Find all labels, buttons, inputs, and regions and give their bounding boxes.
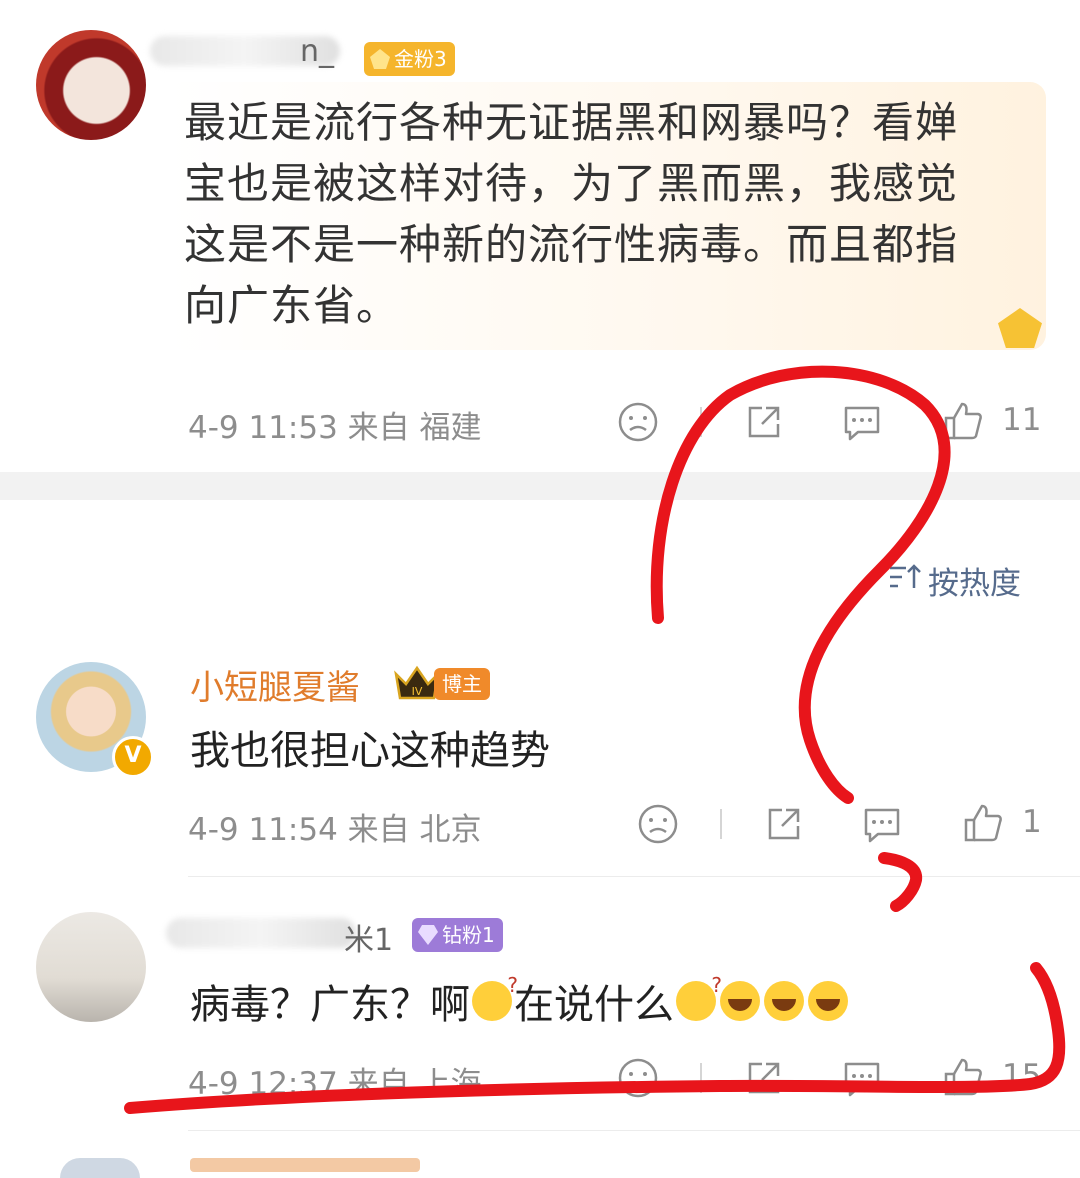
comment-text-part: 病毒？广东？啊 [190, 982, 470, 1028]
comment-meta: 4-9 11:54 来自 北京 [188, 812, 482, 848]
divider [700, 1063, 702, 1093]
reply-icon[interactable] [840, 1056, 884, 1100]
share-icon[interactable] [742, 1056, 786, 1100]
sort-by-hot-button[interactable]: 按热度 [888, 558, 1021, 603]
comment-meta: 4-9 12:37 来自 上海 [188, 1066, 482, 1102]
share-icon[interactable] [742, 400, 786, 444]
svg-text:IV: IV [412, 685, 423, 698]
question-mark-dot [878, 852, 923, 912]
fan-level-label: 金粉3 [394, 47, 447, 71]
comment-text: 最近是流行各种无证据黑和网暴吗？看婵宝也是被这样对待，为了黑而黑，我感觉这是不是… [184, 98, 959, 330]
divider [720, 809, 722, 839]
thinking-emoji-icon [472, 973, 518, 1021]
like-icon[interactable] [940, 1054, 986, 1100]
thinking-emoji-icon [676, 973, 722, 1021]
next-username-peek [190, 1158, 420, 1172]
divider [188, 1130, 1080, 1131]
comment-text: 我也很担心这种趋势 [190, 728, 550, 774]
fan-level-label: 钻粉1 [442, 923, 495, 947]
username-tail[interactable]: 米1 [344, 915, 393, 959]
host-badge: 博主 [434, 668, 490, 700]
like-count: 1 [1022, 804, 1042, 840]
username[interactable]: 小短腿夏酱 [190, 660, 360, 709]
divider [700, 407, 702, 437]
dislike-icon[interactable] [616, 400, 660, 444]
avatar[interactable] [36, 912, 146, 1022]
share-icon[interactable] [762, 802, 806, 846]
laugh-cry-emoji-icon [764, 981, 804, 1021]
diamond-icon [418, 925, 438, 945]
like-icon[interactable] [940, 398, 986, 444]
sort-icon [888, 562, 922, 600]
sort-label: 按热度 [928, 566, 1021, 602]
reply-icon[interactable] [840, 400, 884, 444]
next-avatar-peek [60, 1158, 140, 1178]
like-count: 11 [1002, 402, 1042, 438]
fan-gem-icon [370, 49, 390, 69]
comment-meta: 4-9 11:53 来自 福建 [188, 410, 482, 446]
username-tail[interactable]: n_ [300, 34, 334, 69]
username-redacted[interactable] [166, 918, 356, 948]
avatar[interactable] [36, 30, 146, 140]
comment-text-part: 在说什么 [514, 982, 674, 1028]
section-divider [0, 472, 1080, 500]
fan-level-badge: 金粉3 [364, 42, 455, 76]
laugh-cry-emoji-icon [808, 981, 848, 1021]
comment-text: 病毒？广东？啊 在说什么 [190, 972, 850, 1030]
like-count: 15 [1002, 1058, 1042, 1094]
like-icon[interactable] [960, 800, 1006, 846]
fan-level-badge: 钻粉1 [412, 918, 503, 952]
divider [188, 876, 1080, 877]
dislike-icon[interactable] [616, 1056, 660, 1100]
verified-icon: V [112, 736, 154, 778]
dislike-icon[interactable] [636, 802, 680, 846]
laugh-cry-emoji-icon [720, 981, 760, 1021]
reply-icon[interactable] [860, 802, 904, 846]
